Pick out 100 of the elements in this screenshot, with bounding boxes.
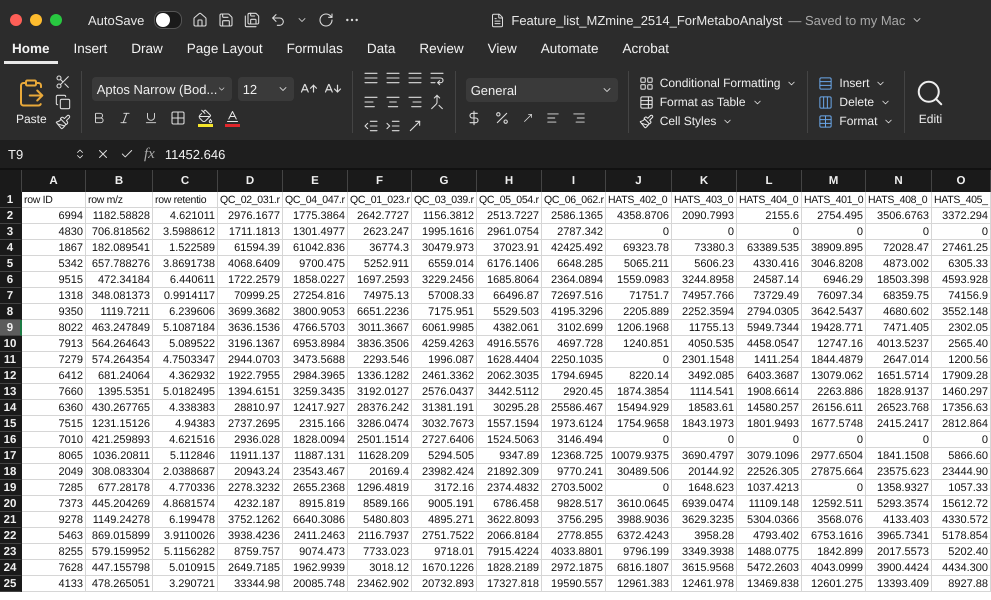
align-right-icon[interactable] xyxy=(406,94,423,110)
borders-icon[interactable] xyxy=(170,110,186,126)
underline-icon[interactable] xyxy=(144,111,158,125)
ribbon-tab[interactable]: Review xyxy=(411,41,472,64)
format-painter-icon[interactable] xyxy=(54,114,71,130)
cells-menu-button[interactable]: Insert xyxy=(818,76,894,90)
percent-icon[interactable] xyxy=(494,110,510,126)
column-header[interactable]: K xyxy=(672,170,737,192)
column-header[interactable]: B xyxy=(86,170,153,192)
row-header[interactable]: 14 xyxy=(0,400,22,416)
align-bottom-icon[interactable] xyxy=(406,70,423,86)
row-header[interactable]: 19 xyxy=(0,480,22,496)
row-header[interactable]: 1 xyxy=(0,192,22,208)
align-left-icon[interactable] xyxy=(362,94,379,110)
row-header[interactable]: 7 xyxy=(0,288,22,304)
row-header[interactable]: 15 xyxy=(0,416,22,432)
row-header[interactable]: 25 xyxy=(0,576,22,592)
row-header[interactable]: 5 xyxy=(0,256,22,272)
column-header[interactable]: N xyxy=(866,170,932,192)
save-status[interactable]: — Saved to my Mac xyxy=(788,12,906,28)
close-window-button[interactable] xyxy=(10,14,22,26)
row-header[interactable]: 23 xyxy=(0,544,22,560)
number-format-dropdown[interactable]: General xyxy=(466,78,618,102)
outdent-icon[interactable] xyxy=(362,118,379,134)
row-header[interactable]: 18 xyxy=(0,464,22,480)
formula-value[interactable]: 11452.646 xyxy=(164,146,226,162)
ribbon-tab[interactable]: View xyxy=(480,41,525,64)
ribbon-tab[interactable]: Insert xyxy=(66,41,116,64)
save-all-icon[interactable] xyxy=(244,12,260,28)
undo-icon[interactable] xyxy=(270,12,286,28)
column-header[interactable]: A xyxy=(22,170,86,192)
align-top-icon[interactable] xyxy=(362,70,379,86)
wrap-text-icon[interactable] xyxy=(428,70,445,86)
ribbon-tab[interactable]: Page Layout xyxy=(178,41,271,64)
editing-button[interactable]: Editi xyxy=(905,78,946,126)
row-header[interactable]: 21 xyxy=(0,512,22,528)
table-cell: 4830 xyxy=(22,224,86,240)
document-icon[interactable] xyxy=(490,12,506,28)
ribbon-tab[interactable]: Draw xyxy=(123,41,171,64)
indent-icon[interactable] xyxy=(384,118,401,134)
ribbon-tab[interactable]: Automate xyxy=(532,41,606,64)
row-header[interactable]: 9 xyxy=(0,320,22,336)
row-header[interactable]: 17 xyxy=(0,448,22,464)
row-header[interactable]: 20 xyxy=(0,496,22,512)
minimize-window-button[interactable] xyxy=(30,14,42,26)
row-header[interactable]: 2 xyxy=(0,208,22,224)
ribbon-tab[interactable]: Formulas xyxy=(278,41,351,64)
italic-icon[interactable] xyxy=(118,111,132,125)
font-name-dropdown[interactable]: Aptos Narrow (Bod... xyxy=(92,77,232,101)
column-header[interactable]: J xyxy=(606,170,672,192)
table-cell: 1996.087 xyxy=(412,352,477,368)
font-color-icon[interactable] xyxy=(224,109,240,127)
row-header[interactable]: 3 xyxy=(0,224,22,240)
home-icon[interactable] xyxy=(192,12,208,28)
save-icon[interactable] xyxy=(218,12,234,28)
styles-menu-button[interactable]: Format as Table xyxy=(638,94,798,110)
row-header[interactable]: 12 xyxy=(0,368,22,384)
align-center-icon[interactable] xyxy=(384,94,401,110)
name-box[interactable]: T9 xyxy=(0,146,86,162)
table-cell: 6403.3687 xyxy=(737,368,802,384)
row-header[interactable]: 13 xyxy=(0,384,22,400)
ribbon-tab[interactable]: Data xyxy=(358,41,404,64)
row-header[interactable]: 4 xyxy=(0,240,22,256)
cells-menu-button[interactable]: Format xyxy=(818,114,894,128)
column-header[interactable]: I xyxy=(542,170,606,192)
zoom-window-button[interactable] xyxy=(50,14,62,26)
paste-button[interactable]: Paste xyxy=(16,78,47,126)
merge-icon[interactable] xyxy=(428,94,445,110)
column-header[interactable]: C xyxy=(153,170,218,192)
redo-icon[interactable] xyxy=(318,12,334,28)
styles-menu-button[interactable]: Conditional Formatting xyxy=(638,76,798,90)
column-header[interactable]: E xyxy=(283,170,348,192)
column-header[interactable]: L xyxy=(737,170,802,192)
ribbon-tab[interactable]: Acrobat xyxy=(614,41,678,64)
cells-menu-button[interactable]: Delete xyxy=(818,94,894,110)
copy-icon[interactable] xyxy=(54,94,71,110)
column-header[interactable]: O xyxy=(932,170,991,192)
fill-color-icon[interactable] xyxy=(198,109,213,127)
row-header[interactable]: 16 xyxy=(0,432,22,448)
styles-menu-button[interactable]: Cell Styles xyxy=(638,114,798,128)
row-header[interactable]: 8 xyxy=(0,304,22,320)
column-header[interactable]: H xyxy=(477,170,542,192)
row-header[interactable]: 6 xyxy=(0,272,22,288)
scissors-icon[interactable] xyxy=(54,74,71,90)
column-header[interactable]: F xyxy=(348,170,412,192)
row-header[interactable]: 24 xyxy=(0,560,22,576)
row-header[interactable]: 11 xyxy=(0,352,22,368)
function-label[interactable]: fx xyxy=(144,146,155,162)
column-header[interactable]: D xyxy=(218,170,283,192)
column-header[interactable]: G xyxy=(412,170,477,192)
table-cell: 2374.4832 xyxy=(477,480,542,496)
row-header[interactable]: 22 xyxy=(0,528,22,544)
align-middle-icon[interactable] xyxy=(384,70,401,86)
table-cell: 6305.33 xyxy=(932,256,991,272)
column-header[interactable]: M xyxy=(802,170,866,192)
table-cell: 6372.4243 xyxy=(606,528,672,544)
cancel-icon[interactable] xyxy=(96,147,110,161)
autosave-toggle[interactable] xyxy=(154,11,182,29)
row-header[interactable]: 10 xyxy=(0,336,22,352)
font-size-dropdown[interactable]: 12 xyxy=(238,77,294,101)
